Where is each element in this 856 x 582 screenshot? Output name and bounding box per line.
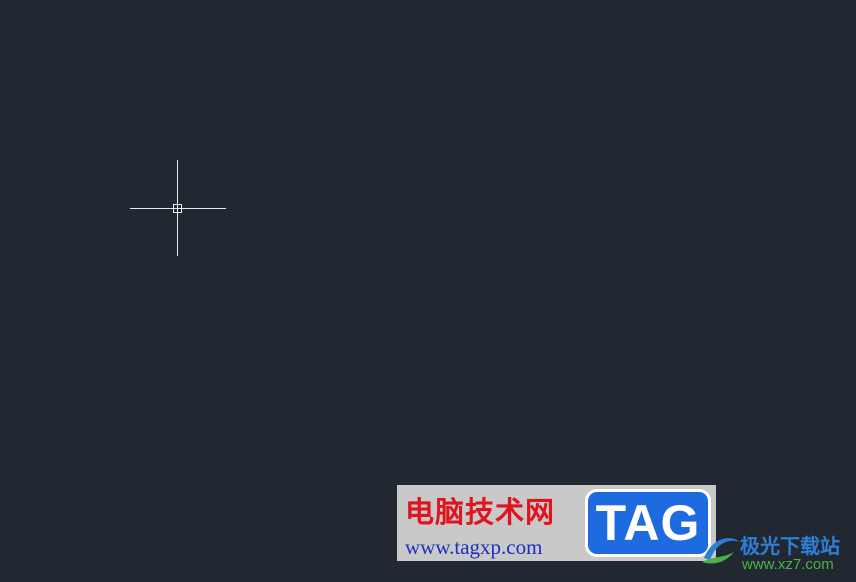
swoosh-logo-icon <box>702 538 740 564</box>
tag-logo-badge: TAG <box>585 489 711 557</box>
download-site-url: www.xz7.com <box>742 556 834 573</box>
download-site-logo: 极光下载站 www.xz7.com <box>700 526 856 582</box>
download-site-name: 极光下载站 <box>740 534 840 558</box>
watermark-url: www.tagxp.com <box>405 535 543 559</box>
drawing-canvas[interactable]: 电脑技术网 www.tagxp.com TAG 极光下载站 www.xz7.co… <box>0 0 856 582</box>
site-watermark: 电脑技术网 www.tagxp.com TAG <box>397 485 716 561</box>
crosshair-cursor-icon <box>130 160 226 256</box>
watermark-title: 电脑技术网 <box>405 495 556 529</box>
